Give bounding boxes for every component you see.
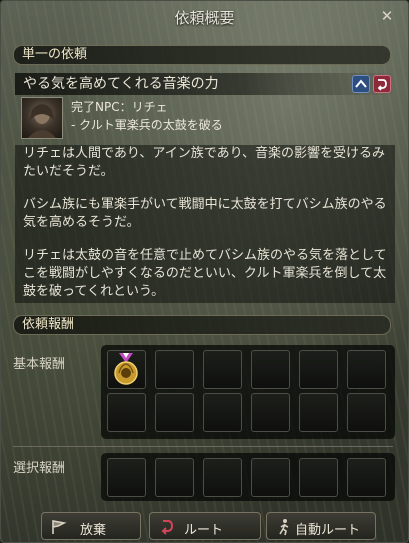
quest-npc: 完了NPC：リチェ (71, 100, 168, 114)
reward-slot[interactable] (299, 458, 338, 497)
quest-summary-window: 依頼概要 ✕ 単一の依頼 やる気を高めてくれる音楽の力 完了NPC：リチェ - … (0, 0, 409, 543)
window-title: 依頼概要 (174, 9, 235, 27)
reward-slot[interactable] (155, 458, 194, 497)
reward-slot[interactable] (107, 393, 146, 432)
flag-icon (50, 518, 68, 536)
reward-slot[interactable] (347, 350, 386, 389)
section-single-quest: 単一の依頼 (13, 45, 391, 65)
divider (13, 446, 393, 447)
description-paragraph: バシム族にも軍楽手がいて戦闘中に太鼓を打てバシム族のやる気を高めるそうだ。 (23, 197, 387, 230)
reward-slot[interactable] (251, 350, 290, 389)
npc-portrait (21, 97, 63, 139)
reward-slot[interactable] (299, 350, 338, 389)
basic-reward-label: 基本報酬 (13, 357, 66, 372)
route-label: ルート (184, 523, 224, 538)
reward-slot[interactable] (251, 458, 290, 497)
description-paragraph: リチェは太鼓の音を任意で止めてバシム族のやる気を落としてこを戦闘がしやすくなるの… (23, 248, 387, 299)
close-icon[interactable]: ✕ (378, 7, 396, 25)
auto-route-label: 自動ルート (295, 523, 361, 538)
reward-slot[interactable] (347, 458, 386, 497)
route-arrow-icon (158, 518, 176, 536)
reward-slot[interactable] (203, 458, 242, 497)
abandon-button[interactable]: 放棄 (41, 512, 141, 540)
rewards-header: 依頼報酬 (13, 315, 391, 335)
reward-slot[interactable] (299, 393, 338, 432)
reward-slot[interactable] (203, 350, 242, 389)
reward-slot[interactable] (347, 393, 386, 432)
description-paragraph: リチェは人間であり、アイン族であり、音楽の影響を受けるみたいだそうだ。 (23, 146, 386, 179)
medal-icon (114, 353, 138, 385)
abandon-label: 放棄 (80, 523, 107, 538)
route-button[interactable]: ルート (149, 512, 261, 540)
route-icon[interactable] (373, 75, 391, 93)
walking-person-icon (275, 518, 293, 536)
reward-slot[interactable] (107, 350, 146, 389)
up-arrow-icon[interactable] (352, 75, 370, 93)
quest-description: リチェは人間であり、アイン族であり、音楽の影響を受けるみたいだそうだ。 バシム族… (15, 145, 395, 303)
reward-slot[interactable] (203, 393, 242, 432)
reward-slot[interactable] (251, 393, 290, 432)
choice-reward-label: 選択報酬 (13, 461, 66, 476)
reward-slot[interactable] (107, 458, 146, 497)
reward-slot[interactable] (155, 393, 194, 432)
reward-slot[interactable] (155, 350, 194, 389)
quest-objective: - クルト軍楽兵の太鼓を破る (71, 118, 223, 132)
quest-title: やる気を高めてくれる音楽の力 (15, 73, 395, 95)
auto-route-button[interactable]: 自動ルート (266, 512, 376, 540)
